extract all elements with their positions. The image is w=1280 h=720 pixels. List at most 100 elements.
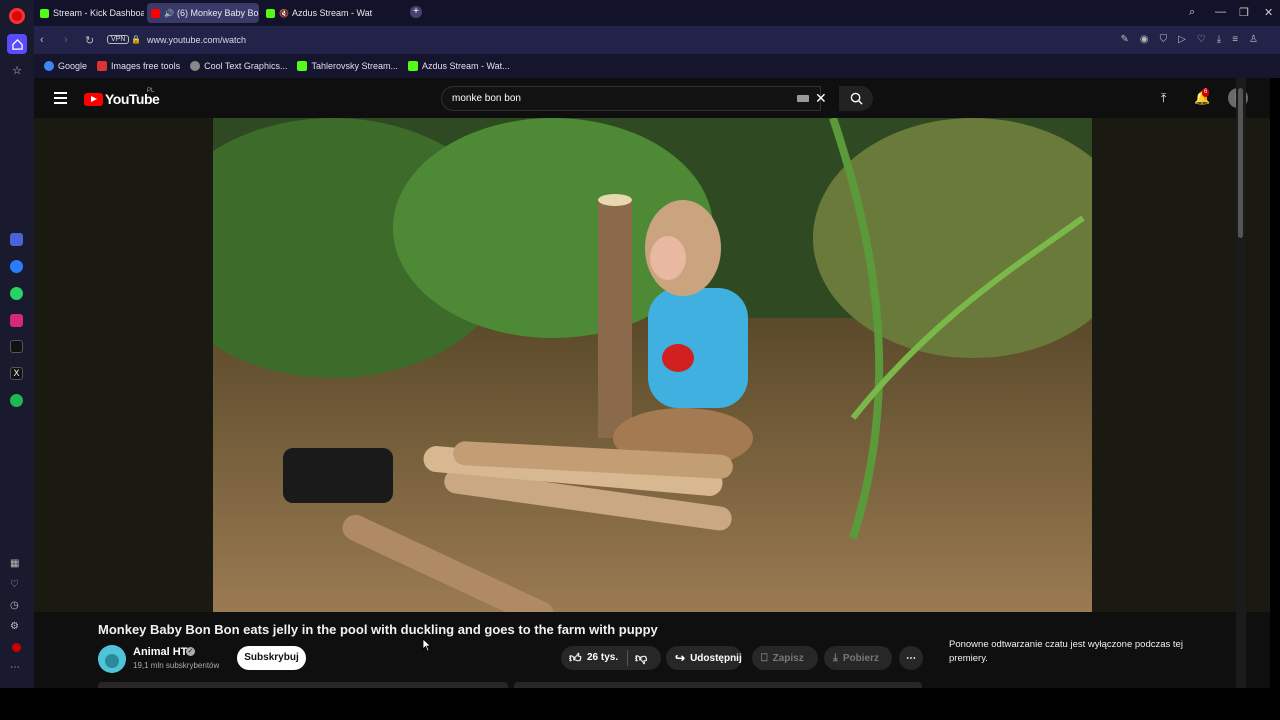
search-button[interactable] — [839, 86, 873, 111]
download-label: Pobierz — [842, 652, 879, 664]
region-label: PL — [147, 88, 155, 94]
bookmark-tahlerovsky[interactable]: Tahlerovsky Stream... — [297, 61, 398, 71]
scrollbar-thumb[interactable] — [1238, 88, 1243, 238]
divider — [627, 650, 628, 666]
bookmark-cool-text[interactable]: Cool Text Graphics... — [190, 61, 287, 71]
share-button[interactable]: ↪ Udostępnij — [666, 646, 742, 670]
back-button[interactable]: ‹ — [40, 34, 44, 46]
bookmark-label: Google — [58, 61, 88, 71]
bookmark-label: Tahlerovsky Stream... — [311, 61, 398, 71]
video-player[interactable] — [34, 118, 1270, 612]
video-title: Monkey Baby Bon Bon eats jelly in the po… — [98, 622, 658, 637]
download-button[interactable]: ⤓ Pobierz — [824, 646, 892, 670]
bookmark-azdus[interactable]: Azdus Stream - Wat... — [407, 61, 510, 71]
spotify-icon[interactable] — [10, 394, 23, 407]
more-icon[interactable]: ⋯ — [10, 662, 20, 673]
tab-azdus-stream[interactable]: 🔇 Azdus Stream - Watch — [262, 3, 372, 23]
home-icon[interactable] — [7, 34, 27, 54]
search-icon — [850, 92, 863, 105]
google-icon — [44, 61, 54, 71]
youtube-play-icon — [84, 92, 103, 106]
clear-icon[interactable]: ✕ — [815, 90, 827, 107]
download-icon[interactable]: ⤓ — [1217, 34, 1221, 45]
whatsapp-icon[interactable] — [10, 287, 23, 300]
heart-icon[interactable]: ♡ — [1197, 34, 1206, 45]
subscribe-button[interactable]: Subskrybuj — [237, 646, 306, 670]
menu-icon[interactable]: ≡ — [1232, 34, 1238, 45]
kick-icon — [40, 8, 49, 18]
close-button[interactable]: ✕ — [1264, 6, 1273, 19]
reload-button[interactable]: ↻ — [85, 34, 94, 47]
save-button[interactable]: ⎕ Zapisz — [752, 646, 818, 670]
tab-bar: Stream - Kick Dashboard 🔊 (6) Monkey Bab… — [34, 0, 1280, 26]
x-twitter-icon[interactable]: X — [10, 367, 23, 380]
keyboard-icon[interactable] — [797, 95, 809, 102]
bookmark-label: Cool Text Graphics... — [204, 61, 288, 71]
forward-button[interactable]: › — [64, 34, 68, 46]
youtube-page: YouTube PL monke bon bon ✕ ⤒ 🔔 6 L — [34, 78, 1270, 688]
bookmark-label: Azdus Stream - Wat... — [421, 61, 510, 71]
chat-replay-note: Ponowne odtwarzanie czatu jest wyłączone… — [949, 639, 1183, 664]
like-dislike-group: 👍︎ 26 tys. 👎︎ — [561, 646, 661, 670]
thumbs-up-icon[interactable]: 👍︎ — [569, 651, 582, 666]
channel-name[interactable]: Animal HT — [133, 646, 187, 658]
star-icon[interactable]: ☆ — [9, 62, 25, 78]
vpn-badge[interactable]: VPN — [107, 35, 130, 44]
kick-icon — [407, 61, 418, 71]
opera-logo[interactable] — [9, 8, 25, 24]
like-count[interactable]: 26 tys. — [587, 652, 618, 663]
search-tabs-icon[interactable]: ⌕ — [1189, 6, 1195, 19]
tab-label: Azdus Stream - Watch — [291, 8, 372, 18]
play-icon[interactable]: ▷ — [1178, 34, 1186, 45]
upload-icon[interactable]: ⤒ — [1161, 91, 1166, 106]
tab-label: Stream - Kick Dashboard — [53, 8, 144, 18]
shield-icon[interactable]: ⛉ — [1160, 34, 1168, 45]
bookmark-icon: ⎕ — [761, 651, 768, 664]
new-tab-button[interactable]: + — [410, 6, 422, 18]
tab-kick-dashboard[interactable]: Stream - Kick Dashboard — [36, 3, 144, 23]
page-scrollbar[interactable] — [1236, 78, 1246, 688]
video-frame[interactable] — [213, 118, 1092, 612]
restore-button[interactable]: ❐ — [1239, 6, 1249, 19]
share-label: Udostępnij — [690, 652, 742, 664]
mute-icon[interactable]: 🔇 — [279, 9, 289, 18]
bookmark-google[interactable]: Google — [44, 61, 87, 71]
tiktok-icon[interactable] — [10, 340, 23, 353]
heart-icon[interactable]: ♡ — [10, 579, 19, 590]
more-actions-button[interactable]: ⋯ — [899, 646, 923, 670]
bookmark-label: Images free tools — [111, 61, 181, 71]
notification-badge: 6 — [1202, 88, 1210, 97]
save-label: Zapisz — [772, 652, 804, 664]
adblock-icon[interactable] — [12, 643, 21, 652]
bookmarks-bar: Google Images free tools Cool Text Graph… — [34, 54, 1280, 78]
menu-icon[interactable] — [54, 92, 67, 107]
bookmark-images-free-tools[interactable]: Images free tools — [97, 61, 180, 71]
bottom-bar — [0, 688, 1280, 720]
subscriber-count: 19,1 mln subskrybentów — [133, 661, 220, 670]
minimize-button[interactable]: — — [1215, 6, 1226, 18]
url-field[interactable]: www.youtube.com/watch — [147, 35, 246, 45]
toolbar-icons: ✎ ◉ ⛉ ▷ ♡ ⤓ ≡ ♙ — [1120, 34, 1258, 45]
settings-icon[interactable]: ⚙ — [10, 621, 19, 632]
channel-avatar[interactable] — [98, 645, 126, 673]
opera-sidebar: ☆ X ▦ ♡ ◷ ⚙ ⋯ — [0, 0, 34, 688]
profile-icon[interactable]: ♙ — [1249, 34, 1258, 45]
edit-icon[interactable]: ✎ — [1120, 34, 1128, 45]
camera-icon[interactable]: ◉ — [1140, 34, 1149, 45]
share-icon: ↪ — [675, 651, 686, 665]
lock-icon[interactable]: 🔒 — [131, 35, 141, 44]
tab-youtube[interactable]: 🔊 (6) Monkey Baby Bon — [147, 3, 259, 23]
thumbs-down-icon[interactable]: 👎︎ — [635, 651, 647, 666]
messenger-icon[interactable] — [10, 260, 23, 273]
workspaces-icon[interactable]: ▦ — [10, 558, 19, 569]
aria-icon[interactable] — [10, 233, 23, 246]
instagram-icon[interactable] — [10, 314, 23, 327]
search-input[interactable]: monke bon bon ✕ — [441, 86, 827, 111]
history-icon[interactable]: ◷ — [10, 600, 19, 611]
address-bar: ‹ › ↻ VPN 🔒 www.youtube.com/watch ✎ ◉ ⛉ … — [34, 26, 1280, 54]
download-icon: ⤓ — [833, 651, 838, 664]
youtube-icon — [151, 8, 160, 18]
kick-icon — [297, 61, 308, 71]
speaker-icon[interactable]: 🔊 — [164, 9, 174, 18]
video-thumbnail — [213, 118, 1092, 612]
